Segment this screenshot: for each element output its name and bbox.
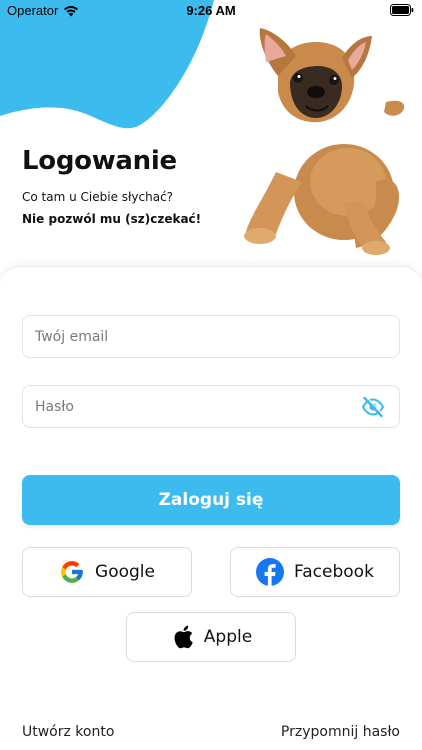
password-field[interactable]: [22, 385, 400, 428]
eye-slash-icon[interactable]: [361, 396, 385, 418]
password-input[interactable]: [35, 398, 387, 415]
battery-icon: [390, 4, 414, 19]
google-icon: [61, 561, 83, 583]
email-field[interactable]: [22, 315, 400, 358]
google-login-button[interactable]: Google: [22, 547, 192, 597]
dog-illustration: [244, 28, 405, 255]
remind-password-link[interactable]: Przypomnij hasło: [281, 724, 400, 740]
facebook-login-button[interactable]: Facebook: [230, 547, 400, 597]
page-tagline: Nie pozwól mu (sz)czekać!: [22, 212, 202, 226]
facebook-icon: [256, 558, 285, 586]
apple-icon: [174, 625, 193, 649]
login-screen: Operator 9:26 AM Logowanie Co tam u Cieb…: [0, 0, 422, 750]
facebook-label: Facebook: [294, 562, 374, 582]
page-title: Logowanie: [22, 146, 177, 176]
google-label: Google: [95, 562, 155, 582]
status-bar: Operator 9:26 AM: [0, 0, 422, 22]
login-button[interactable]: Zaloguj się: [22, 475, 400, 525]
create-account-link[interactable]: Utwórz konto: [22, 724, 114, 740]
email-input[interactable]: [35, 328, 387, 345]
apple-label: Apple: [203, 627, 253, 647]
status-time: 9:26 AM: [186, 3, 236, 18]
page-subtitle: Co tam u Ciebie słychać?: [22, 190, 174, 204]
apple-login-button[interactable]: Apple: [126, 612, 296, 662]
